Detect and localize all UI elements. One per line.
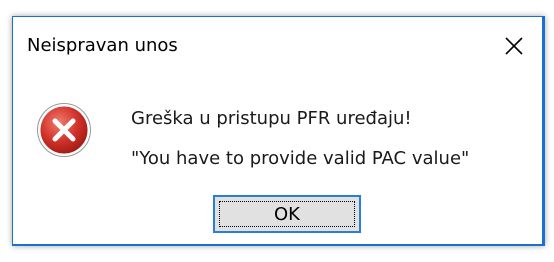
ok-button[interactable]: OK — [213, 195, 361, 233]
close-icon — [504, 36, 524, 56]
desktop: Neispravan unos Greška u pristupu PFR ur… — [0, 0, 554, 262]
title-bar[interactable]: Neispravan unos — [13, 17, 542, 75]
dialog-title: Neispravan unos — [27, 35, 178, 56]
ok-button-label: OK — [274, 203, 300, 225]
close-button[interactable] — [490, 23, 538, 69]
error-icon — [36, 102, 92, 158]
dialog-content: Greška u pristupu PFR uređaju! "You have… — [13, 75, 542, 244]
error-message-line1: Greška u pristupu PFR uređaju! — [131, 108, 412, 129]
error-dialog: Neispravan unos Greška u pristupu PFR ur… — [12, 16, 545, 246]
error-message-line2: "You have to provide valid PAC value" — [131, 148, 470, 169]
